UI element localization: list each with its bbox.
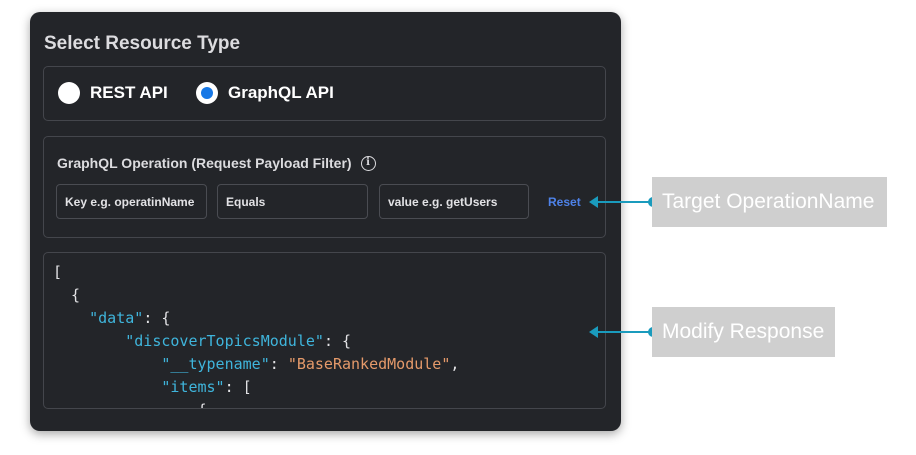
code-line: "__typename": "BaseRankedModule", <box>161 355 460 373</box>
radio-circle-graphql-api[interactable] <box>196 82 218 104</box>
response-code: [ { "data": { "discoverTopicsModule": { … <box>53 261 460 408</box>
connector-modify-response <box>596 331 654 333</box>
radio-label-rest-api: REST API <box>90 83 168 102</box>
radio-rest-api[interactable]: REST API <box>58 82 168 104</box>
filter-title: GraphQL Operation (Request Payload Filte… <box>57 155 376 171</box>
reset-button[interactable]: Reset <box>548 195 581 209</box>
graphql-operation-filter: GraphQL Operation (Request Payload Filte… <box>43 136 606 238</box>
code-line: { <box>53 399 459 408</box>
code-line: "discoverTopicsModule": { <box>125 332 352 350</box>
panel-title: Select Resource Type <box>44 33 241 54</box>
resource-type-panel: Select Resource Type REST API GraphQL AP… <box>30 12 621 431</box>
value-input[interactable] <box>379 184 529 219</box>
info-icon[interactable]: i <box>360 155 376 171</box>
code-line: "items": [ <box>161 378 252 396</box>
response-editor[interactable]: [ { "data": { "discoverTopicsModule": { … <box>43 252 606 409</box>
radio-graphql-api[interactable]: GraphQL API <box>196 82 334 104</box>
operator-select[interactable] <box>217 184 368 219</box>
code-line: { <box>53 286 81 304</box>
code-line: [ <box>53 263 63 281</box>
callout-target-operation: Target OperationName <box>652 177 887 227</box>
radio-label-graphql-api: GraphQL API <box>228 83 334 102</box>
code-line: "data": { <box>89 309 171 327</box>
radio-circle-rest-api[interactable] <box>58 82 80 104</box>
connector-target-operation <box>596 201 654 203</box>
filter-title-text: GraphQL Operation (Request Payload Filte… <box>57 155 352 171</box>
key-input[interactable] <box>56 184 207 219</box>
callout-modify-response: Modify Response <box>652 307 835 357</box>
resource-type-radio-group: REST API GraphQL API <box>43 66 606 121</box>
